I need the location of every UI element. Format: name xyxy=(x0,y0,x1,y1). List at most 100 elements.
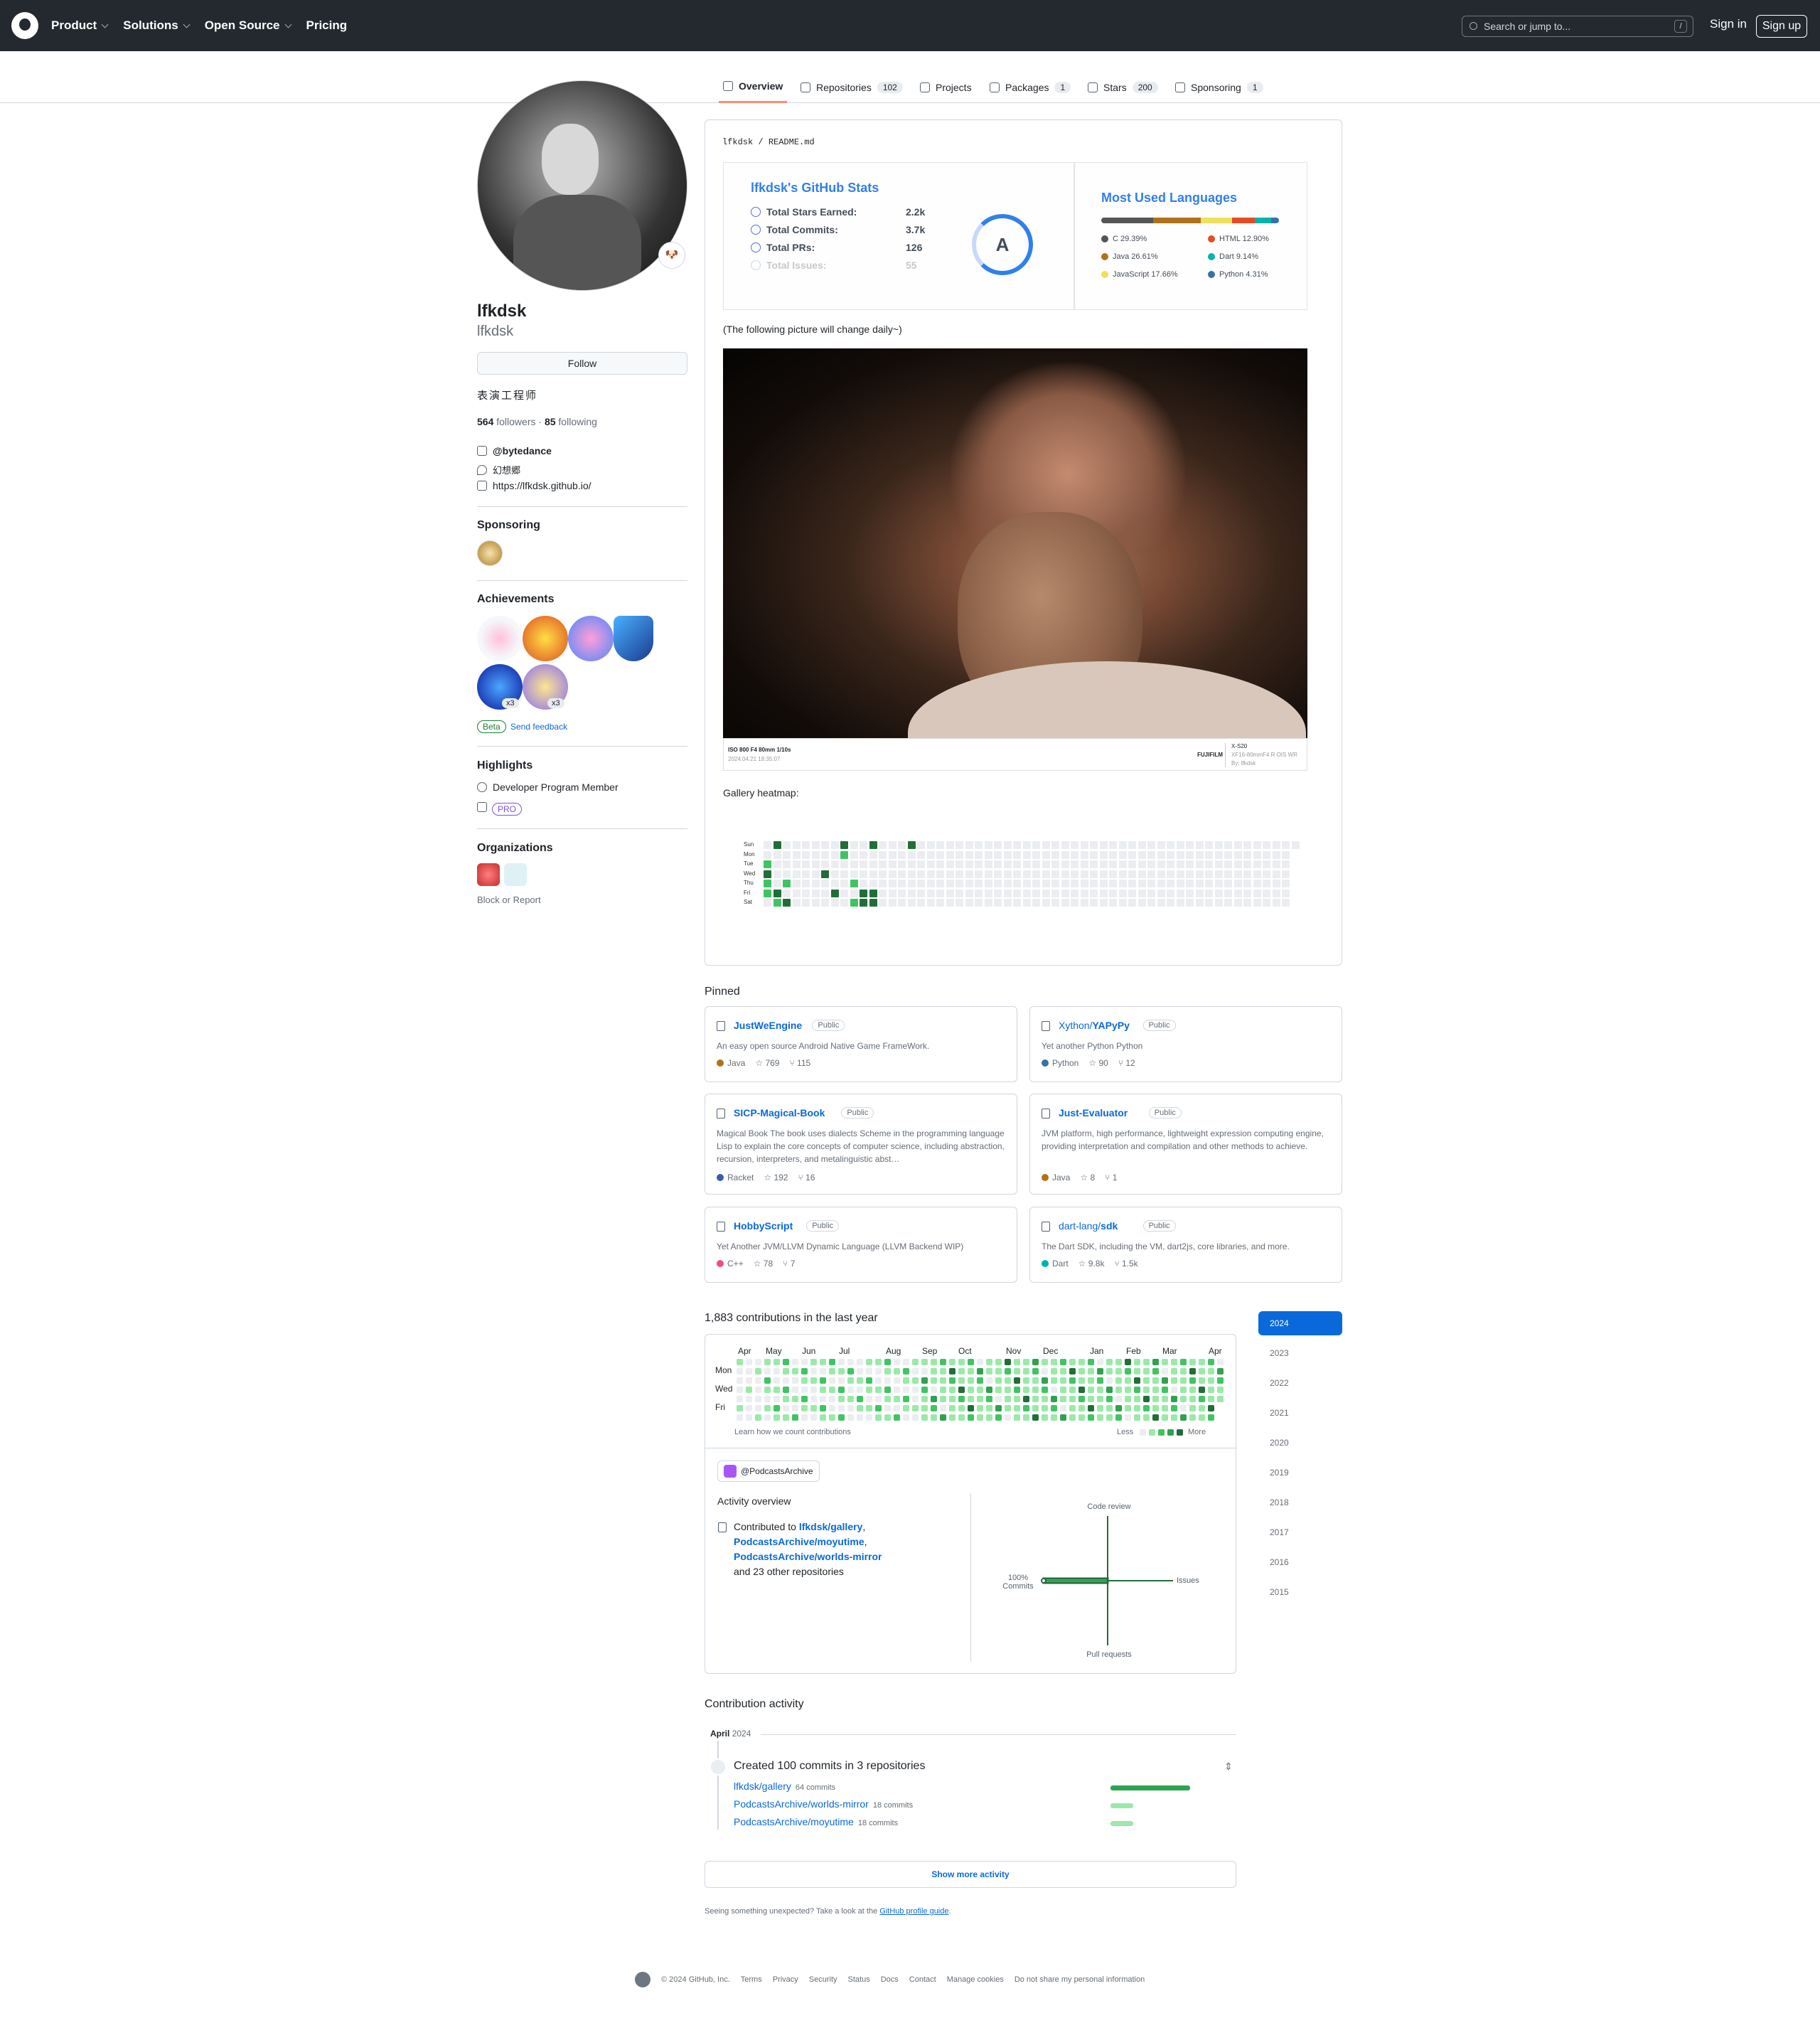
contribution-cell[interactable] xyxy=(884,1368,891,1374)
contribution-cell[interactable] xyxy=(1125,1396,1131,1402)
block-report-link[interactable]: Block or Report xyxy=(477,895,541,905)
contribution-cell[interactable] xyxy=(737,1368,743,1374)
contribution-cell[interactable] xyxy=(1051,1377,1057,1384)
year-2019[interactable]: 2019 xyxy=(1258,1461,1342,1485)
contribution-cell[interactable] xyxy=(1152,1405,1159,1411)
contribution-cell[interactable] xyxy=(903,1368,909,1374)
contribution-cell[interactable] xyxy=(884,1396,891,1402)
contribution-cell[interactable] xyxy=(1014,1396,1020,1402)
contribution-cell[interactable] xyxy=(884,1387,891,1393)
contribution-cell[interactable] xyxy=(820,1414,826,1421)
contributed-repo-link[interactable]: lfkdsk/gallery xyxy=(799,1521,863,1532)
contribution-cell[interactable] xyxy=(1097,1414,1103,1421)
contribution-cell[interactable] xyxy=(1125,1405,1131,1411)
contribution-cell[interactable] xyxy=(1023,1405,1029,1411)
contribution-cell[interactable] xyxy=(847,1368,854,1374)
contribution-cell[interactable] xyxy=(1005,1414,1011,1421)
follow-button[interactable]: Follow xyxy=(477,352,687,375)
repo-name[interactable]: YAPyPy xyxy=(1092,1020,1129,1031)
contribution-cell[interactable] xyxy=(810,1396,817,1402)
contribution-cell[interactable] xyxy=(810,1377,817,1384)
contribution-cell[interactable] xyxy=(1143,1405,1150,1411)
readme-user[interactable]: lfkdsk xyxy=(722,137,753,147)
contribution-cell[interactable] xyxy=(746,1396,752,1402)
contribution-cell[interactable] xyxy=(1217,1359,1224,1365)
contribution-cell[interactable] xyxy=(1106,1414,1113,1421)
contribution-cell[interactable] xyxy=(1143,1368,1150,1374)
contribution-cell[interactable] xyxy=(783,1405,789,1411)
stars-count[interactable]: 192 xyxy=(774,1173,788,1182)
contribution-cell[interactable] xyxy=(949,1414,956,1421)
contribution-cell[interactable] xyxy=(1152,1387,1159,1393)
contribution-cell[interactable] xyxy=(1106,1405,1113,1411)
contribution-cell[interactable] xyxy=(1115,1368,1122,1374)
contribution-cell[interactable] xyxy=(995,1414,1002,1421)
contribution-cell[interactable] xyxy=(746,1359,752,1365)
contribution-cell[interactable] xyxy=(1005,1377,1011,1384)
followers-count[interactable]: 564 xyxy=(477,416,493,427)
contribution-cell[interactable] xyxy=(894,1405,900,1411)
forks-count[interactable]: 1 xyxy=(1113,1173,1118,1182)
tab-packages[interactable]: Packages 1 xyxy=(990,71,1071,103)
contribution-cell[interactable] xyxy=(1115,1359,1122,1365)
contribution-cell[interactable] xyxy=(1097,1405,1103,1411)
contribution-cell[interactable] xyxy=(1106,1359,1113,1365)
contribution-cell[interactable] xyxy=(1162,1377,1168,1384)
contribution-cell[interactable] xyxy=(968,1396,974,1402)
contribution-cell[interactable] xyxy=(1134,1405,1140,1411)
contribution-cell[interactable] xyxy=(774,1368,780,1374)
contribution-cell[interactable] xyxy=(1134,1359,1140,1365)
tab-stars[interactable]: Stars 200 xyxy=(1088,71,1158,103)
contribution-cell[interactable] xyxy=(1106,1396,1113,1402)
repo-stars[interactable]: ☆ 192 xyxy=(764,1173,788,1182)
contribution-cell[interactable] xyxy=(894,1414,900,1421)
contribution-cell[interactable] xyxy=(847,1377,854,1384)
footer-link-privacy[interactable]: Privacy xyxy=(773,1975,798,1984)
contribution-cell[interactable] xyxy=(894,1359,900,1365)
contribution-cell[interactable] xyxy=(764,1387,771,1393)
forks-count[interactable]: 1.5k xyxy=(1122,1259,1138,1269)
contribution-cell[interactable] xyxy=(1078,1414,1085,1421)
contribution-cell[interactable] xyxy=(866,1405,872,1411)
contribution-cell[interactable] xyxy=(866,1359,872,1365)
contribution-cell[interactable] xyxy=(1152,1377,1159,1384)
contribution-cell[interactable] xyxy=(866,1387,872,1393)
contribution-cell[interactable] xyxy=(857,1414,863,1421)
contribution-cell[interactable] xyxy=(1051,1405,1057,1411)
contribution-cell[interactable] xyxy=(912,1368,919,1374)
contribution-cell[interactable] xyxy=(1078,1377,1085,1384)
contribution-cell[interactable] xyxy=(838,1368,845,1374)
contribution-cell[interactable] xyxy=(958,1368,965,1374)
contribution-cell[interactable] xyxy=(1069,1377,1076,1384)
contribution-cell[interactable] xyxy=(1217,1396,1224,1402)
org-filter-button[interactable]: @PodcastsArchive xyxy=(717,1461,820,1482)
contribution-cell[interactable] xyxy=(875,1387,882,1393)
contribution-cell[interactable] xyxy=(737,1396,743,1402)
contribution-cell[interactable] xyxy=(755,1377,761,1384)
contribution-cell[interactable] xyxy=(1180,1368,1187,1374)
contribution-cell[interactable] xyxy=(783,1359,789,1365)
avatar[interactable] xyxy=(477,80,687,291)
forks-count[interactable]: 16 xyxy=(805,1173,815,1182)
contribution-cell[interactable] xyxy=(1208,1368,1214,1374)
repo-stars[interactable]: ☆ 9.8k xyxy=(1078,1259,1105,1269)
contribution-cell[interactable] xyxy=(792,1396,798,1402)
contribution-cell[interactable] xyxy=(1042,1405,1048,1411)
contribution-cell[interactable] xyxy=(875,1405,882,1411)
contribution-cell[interactable] xyxy=(1078,1387,1085,1393)
stars-count[interactable]: 8 xyxy=(1090,1173,1095,1182)
repo-name[interactable]: HobbyScript xyxy=(734,1220,793,1232)
contribution-cell[interactable] xyxy=(1014,1414,1020,1421)
contribution-cell[interactable] xyxy=(912,1405,919,1411)
contribution-cell[interactable] xyxy=(1134,1414,1140,1421)
contribution-cell[interactable] xyxy=(764,1414,771,1421)
contribution-cell[interactable] xyxy=(1199,1359,1205,1365)
year-2015[interactable]: 2015 xyxy=(1258,1580,1342,1604)
contribution-cell[interactable] xyxy=(894,1396,900,1402)
contribution-cell[interactable] xyxy=(940,1414,946,1421)
contribution-cell[interactable] xyxy=(838,1387,845,1393)
contribution-cell[interactable] xyxy=(940,1387,946,1393)
contribution-cell[interactable] xyxy=(958,1377,965,1384)
contribution-cell[interactable] xyxy=(875,1414,882,1421)
forks-count[interactable]: 12 xyxy=(1125,1058,1135,1068)
